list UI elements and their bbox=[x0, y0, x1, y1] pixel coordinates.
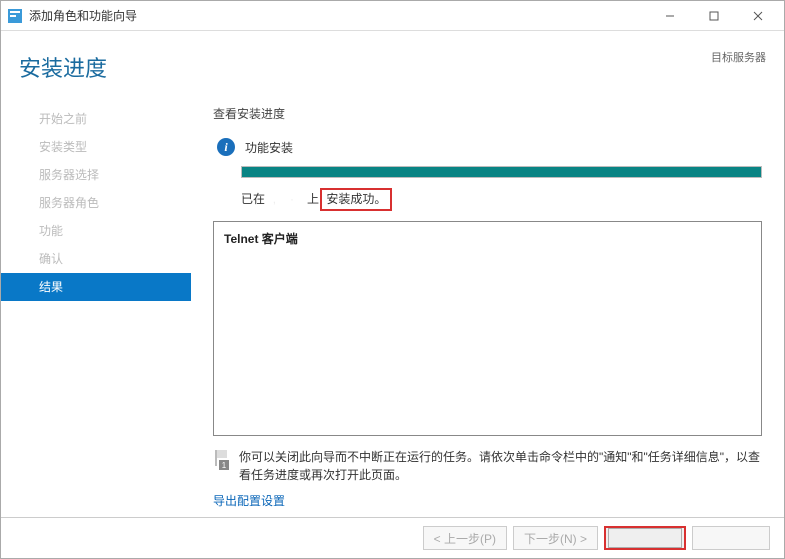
success-highlight: 安装成功。 bbox=[320, 188, 392, 211]
footer: < 上一步(P) 下一步(N) > bbox=[1, 517, 784, 558]
note-row: 1 你可以关闭此向导而不中断正在运行的任务。请依次单击命令栏中的"通知"和"任务… bbox=[213, 448, 762, 484]
minimize-button[interactable] bbox=[648, 2, 692, 30]
close-button[interactable] bbox=[736, 2, 780, 30]
feature-list: Telnet 客户端 bbox=[213, 221, 762, 436]
close-wizard-button[interactable] bbox=[608, 528, 682, 548]
app-icon bbox=[7, 8, 23, 24]
main-panel: 查看安装进度 i 功能安装 已在 , · 上 安装成功。 Telnet 客户端 bbox=[191, 101, 784, 517]
feature-item-telnet: Telnet 客户端 bbox=[224, 230, 751, 247]
sidebar-item-before: 开始之前 bbox=[1, 105, 191, 133]
body: 开始之前 安装类型 服务器选择 服务器角色 功能 确认 结果 查看安装进度 i … bbox=[1, 91, 784, 517]
target-server-label: 目标服务器 . bbox=[711, 51, 766, 82]
maximize-button[interactable] bbox=[692, 2, 736, 30]
status-text: 功能安装 bbox=[245, 139, 293, 156]
header: 安装进度 目标服务器 . bbox=[1, 31, 784, 91]
next-button: 下一步(N) > bbox=[513, 526, 598, 550]
wizard-window: 添加角色和功能向导 安装进度 目标服务器 . 开始之前 安装类型 服务器选择 服… bbox=[0, 0, 785, 559]
sidebar-item-results[interactable]: 结果 bbox=[1, 273, 191, 301]
sidebar-item-type: 安装类型 bbox=[1, 133, 191, 161]
progress-bar bbox=[241, 166, 762, 178]
status-row: i 功能安装 bbox=[217, 138, 762, 156]
result-line: 已在 , · 上 安装成功。 bbox=[241, 188, 762, 211]
sidebar-item-server: 服务器选择 bbox=[1, 161, 191, 189]
sidebar-item-roles: 服务器角色 bbox=[1, 189, 191, 217]
progress-fill bbox=[242, 167, 761, 177]
previous-button: < 上一步(P) bbox=[423, 526, 507, 550]
sidebar: 开始之前 安装类型 服务器选择 服务器角色 功能 确认 结果 bbox=[1, 101, 191, 517]
titlebar: 添加角色和功能向导 bbox=[1, 1, 784, 31]
cancel-button bbox=[692, 526, 770, 550]
server-name-redacted: , · bbox=[268, 192, 303, 206]
export-config-link[interactable]: 导出配置设置 bbox=[213, 492, 762, 509]
page-title: 安装进度 bbox=[19, 51, 711, 83]
progress-section-label: 查看安装进度 bbox=[213, 105, 762, 122]
close-wizard-button-highlight bbox=[604, 526, 686, 550]
flag-icon: 1 bbox=[213, 450, 229, 470]
window-controls bbox=[648, 2, 780, 30]
target-server-name: . bbox=[763, 67, 766, 79]
info-icon: i bbox=[217, 138, 235, 156]
window-title: 添加角色和功能向导 bbox=[29, 7, 648, 24]
sidebar-item-features: 功能 bbox=[1, 217, 191, 245]
sidebar-item-confirm: 确认 bbox=[1, 245, 191, 273]
note-text: 你可以关闭此向导而不中断正在运行的任务。请依次单击命令栏中的"通知"和"任务详细… bbox=[239, 448, 762, 484]
